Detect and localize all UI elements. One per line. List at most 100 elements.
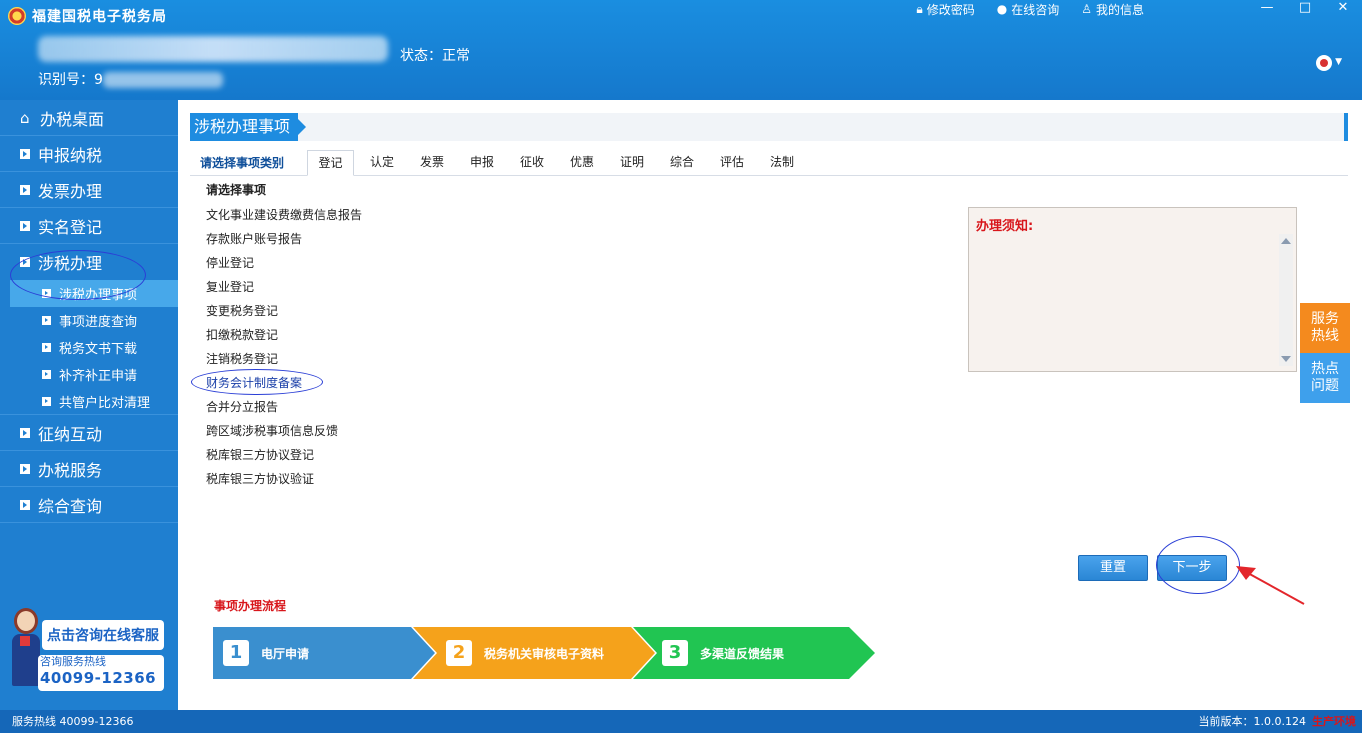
matter-list: 文化事业建设费缴费信息报告 存款账户账号报告 停业登记 复业登记 变更税务登记 … [206, 203, 362, 491]
app-title: 福建国税电子税务局 [32, 9, 167, 25]
arrow-square-icon [20, 499, 30, 510]
select-matter-title: 请选择事项 [206, 183, 267, 197]
app-header: 福建国税电子税务局 🔒︎ 修改密码 ● 在线咨询 ♙ 我的信息 — □ ✕ 状态… [0, 0, 1362, 100]
notice-scrollbar[interactable] [1279, 234, 1293, 366]
environment-badge: 生产环境 [1312, 715, 1356, 728]
sidebar-item-realname[interactable]: 实名登记 [0, 208, 178, 244]
scroll-up-icon[interactable] [1281, 238, 1291, 244]
tab-declare[interactable]: 申报 [458, 150, 506, 176]
online-service-button[interactable]: 点击咨询在线客服 [42, 620, 164, 650]
list-item-selected[interactable]: 财务会计制度备案 [206, 371, 362, 395]
window-controls: — □ ✕ [1248, 0, 1362, 18]
page-title: 涉税办理事项 [190, 113, 307, 141]
annotation-arrow [1236, 566, 1305, 605]
sidebar-item-declare[interactable]: 申报纳税 [0, 136, 178, 172]
close-icon[interactable]: ✕ [1324, 0, 1362, 18]
arrow-square-icon [20, 148, 30, 159]
main-panel: 涉税办理事项 请选择事项类别 登记 认定 发票 申报 征收 优惠 证明 综合 评… [178, 100, 1362, 710]
subitem-tax-matters[interactable]: 涉税办理事项 [10, 280, 178, 307]
help-card: 点击咨询在线客服 咨询服务热线 40099-12366 [10, 600, 166, 692]
scroll-down-icon[interactable] [1281, 356, 1291, 362]
maximize-icon[interactable]: □ [1286, 0, 1324, 18]
tab-registration[interactable]: 登记 [307, 150, 354, 176]
next-button[interactable]: 下一步 [1157, 555, 1227, 581]
tab-comprehensive[interactable]: 综合 [658, 150, 706, 176]
caret-down-icon[interactable]: ▼ [1335, 57, 1342, 67]
tax-id: 识别号：9 [38, 69, 223, 89]
section-title-bar: 涉税办理事项 [190, 113, 1348, 141]
list-item[interactable]: 变更税务登记 [206, 299, 362, 323]
list-item[interactable]: 复业登记 [206, 275, 362, 299]
subitem-correction-apply[interactable]: 补齐补正申请 [0, 361, 178, 388]
sidebar-item-services[interactable]: 办税服务 [0, 451, 178, 487]
list-item[interactable]: 文化事业建设费缴费信息报告 [206, 203, 362, 227]
flow-step-2: 2 税务机关审核电子资料 [436, 627, 604, 679]
arrow-square-icon [20, 427, 30, 438]
service-agent-illustration [10, 608, 40, 694]
sidebar-item-desktop[interactable]: ⌂ 办税桌面 [0, 100, 178, 136]
arrow-square-icon [42, 289, 51, 298]
floating-side-buttons: 服务热线 热点问题 [1300, 303, 1350, 403]
arrow-square-icon [20, 220, 30, 231]
chat-icon: ● [996, 2, 1008, 16]
notice-title: 办理须知: [976, 219, 1034, 234]
sidebar-item-query[interactable]: 综合查询 [0, 487, 178, 523]
top-links: 🔒︎ 修改密码 ● 在线咨询 ♙ 我的信息 [916, 0, 1144, 18]
tab-preference[interactable]: 优惠 [558, 150, 606, 176]
list-item[interactable]: 合并分立报告 [206, 395, 362, 419]
footer-version: 当前版本：1.0.0.124 生产环境 [1198, 715, 1356, 728]
hot-questions-button[interactable]: 热点问题 [1300, 353, 1350, 403]
category-tabs: 请选择事项类别 登记 认定 发票 申报 征收 优惠 证明 综合 评估 法制 [190, 150, 1348, 176]
list-item[interactable]: 扣缴税款登记 [206, 323, 362, 347]
tax-id-redacted [102, 72, 223, 88]
status-bar: 服务热线 40099-12366 当前版本：1.0.0.124 生产环境 [0, 710, 1362, 733]
tab-certification[interactable]: 认定 [358, 150, 406, 176]
flow-step-1: 1 电厅申请 [213, 627, 309, 679]
lock-icon: 🔒︎ [916, 1, 923, 16]
subitem-document-download[interactable]: 税务文书下载 [0, 334, 178, 361]
sidebar-item-invoice[interactable]: 发票办理 [0, 172, 178, 208]
account-status: 状态：正常 [400, 48, 470, 64]
footer-hotline: 服务热线 40099-12366 [12, 715, 134, 728]
tab-legal[interactable]: 法制 [758, 150, 806, 176]
subitem-comanaged-check[interactable]: 共管户比对清理 [0, 388, 178, 415]
notice-panel: 办理须知: [968, 207, 1297, 372]
tax-emblem-icon [8, 7, 26, 25]
app-logo: 福建国税电子税务局 [8, 6, 167, 26]
arrow-square-icon [20, 257, 30, 267]
tab-collection[interactable]: 征收 [508, 150, 556, 176]
list-item[interactable]: 税库银三方协议登记 [206, 443, 362, 467]
tab-invoice[interactable]: 发票 [408, 150, 456, 176]
list-item[interactable]: 存款账户账号报告 [206, 227, 362, 251]
flow-step-3: 3 多渠道反馈结果 [652, 627, 784, 679]
sidebar-item-interaction[interactable]: 征纳互动 [0, 415, 178, 451]
list-item[interactable]: 税库银三方协议验证 [206, 467, 362, 491]
tab-evaluation[interactable]: 评估 [708, 150, 756, 176]
arrow-square-icon [42, 370, 51, 379]
arrow-square-icon [42, 343, 51, 352]
user-icon: ♙ [1081, 2, 1092, 16]
arrow-square-icon [42, 316, 51, 325]
service-hotline-button[interactable]: 服务热线 [1300, 303, 1350, 353]
company-name-redacted [38, 36, 388, 62]
online-consult-link[interactable]: ● 在线咨询 [997, 1, 1060, 18]
change-password-link[interactable]: 🔒︎ 修改密码 [916, 1, 974, 18]
list-item[interactable]: 跨区域涉税事项信息反馈 [206, 419, 362, 443]
tab-certificate[interactable]: 证明 [608, 150, 656, 176]
list-item[interactable]: 注销税务登记 [206, 347, 362, 371]
hotline-box: 咨询服务热线 40099-12366 [38, 655, 164, 691]
home-icon: ⌂ [20, 108, 30, 127]
list-item[interactable]: 停业登记 [206, 251, 362, 275]
my-info-link[interactable]: ♙ 我的信息 [1081, 1, 1144, 18]
arrow-square-icon [20, 463, 30, 474]
sidebar: ⌂ 办税桌面 申报纳税 发票办理 实名登记 涉税办理 涉税办理事项 事项进度查询… [0, 100, 178, 710]
minimize-icon[interactable]: — [1248, 0, 1286, 18]
user-menu-icon[interactable] [1316, 55, 1332, 71]
tabs-label: 请选择事项类别 [200, 156, 285, 170]
subitem-progress-query[interactable]: 事项进度查询 [0, 307, 178, 334]
arrow-square-icon [20, 184, 30, 195]
reset-button[interactable]: 重置 [1078, 555, 1148, 581]
arrow-square-icon [42, 396, 51, 406]
process-title: 事项办理流程 [214, 599, 287, 613]
sidebar-item-tax-affairs[interactable]: 涉税办理 [0, 244, 178, 280]
